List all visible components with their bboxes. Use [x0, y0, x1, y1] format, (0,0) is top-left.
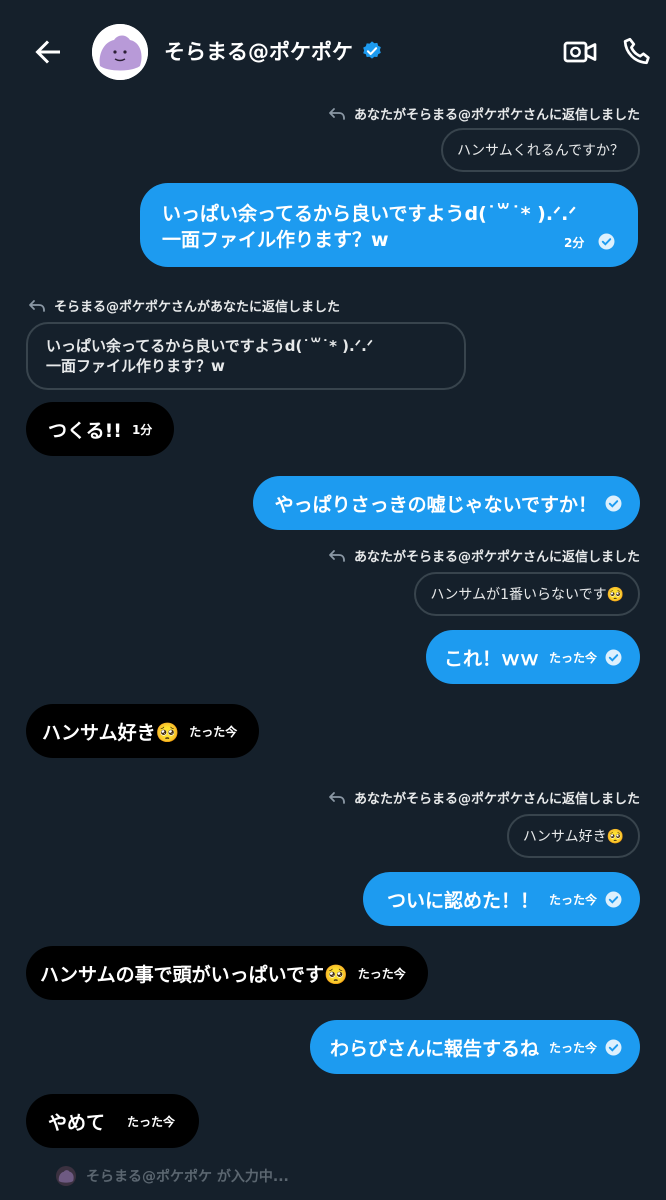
quoted-text-line2: 一面ファイル作ります？w [46, 357, 225, 375]
reply-context-label: あなたがそらまる@ポケポケさんに返信しました [328, 104, 640, 123]
sent-message[interactable]: ついに認めた！！ たった今 [362, 872, 640, 926]
quoted-message[interactable]: ハンサム好き🥺 [506, 814, 640, 858]
read-check-icon [598, 233, 615, 250]
message-timestamp: たった今 [548, 650, 597, 665]
reply-arrow-icon [29, 299, 45, 312]
message-timestamp: たった今 [357, 966, 406, 981]
reply-label-text: あなたがそらまる@ポケポケさんに返信しました [353, 108, 640, 123]
reply-arrow-icon [329, 107, 345, 120]
received-message[interactable]: やめて たった今 [26, 1094, 200, 1148]
read-check-icon [605, 649, 622, 665]
read-check-icon [605, 495, 622, 511]
message-timestamp: たった今 [548, 892, 597, 907]
quoted-message[interactable]: ハンサムが1番いらないです🥺 [414, 572, 640, 616]
received-message[interactable]: ハンサムの事で頭がいっぱいです🥺 たった今 [26, 946, 428, 1000]
message-text-line2: 一面ファイル作ります？w [162, 229, 389, 251]
typing-indicator: そらまる@ポケポケ が入力中... [56, 1166, 289, 1186]
reply-arrow-icon [329, 791, 345, 804]
reply-context-label: あなたがそらまる@ポケポケさんに返信しました [328, 788, 640, 807]
ditto-avatar-icon [92, 24, 148, 80]
back-arrow-icon[interactable] [30, 34, 66, 70]
received-message[interactable]: つくる!! 1分 [26, 402, 175, 456]
typing-avatar [56, 1166, 76, 1186]
message-timestamp: 2分 [564, 236, 585, 250]
message-timestamp: たった今 [548, 1040, 597, 1055]
message-text: やっぱりさっきの嘘じゃないですか！ [274, 493, 597, 516]
message-text: ついに認めた！！ [386, 889, 539, 912]
verified-badge-icon [363, 41, 381, 59]
quoted-text-line1: いっぱい余ってるから良いですようd(˙꒳˙* ).ᐟ.ᐟ [46, 337, 374, 355]
quoted-text: ハンサムが1番いらないです🥺 [430, 587, 624, 603]
reply-label-text: あなたがそらまる@ポケポケさんに返信しました [353, 792, 640, 807]
reply-context-label: あなたがそらまる@ポケポケさんに返信しました [328, 546, 640, 565]
message-text: やめて [48, 1111, 106, 1134]
message-text: これ！ｗｗ [443, 647, 539, 670]
quoted-message[interactable]: いっぱい余ってるから良いですようd(˙꒳˙* ).ᐟ.ᐟ 一面ファイル作ります？… [26, 322, 466, 390]
message-text: つくる!! [48, 419, 122, 442]
typing-text: そらまる@ポケポケ が入力中... [86, 1169, 289, 1185]
message-timestamp: 1分 [131, 422, 153, 437]
video-call-icon[interactable] [562, 34, 598, 70]
read-check-icon [605, 891, 622, 907]
message-text-line1: いっぱい余ってるから良いですようd(˙꒳˙* ).ᐟ.ᐟ [162, 203, 577, 225]
quoted-text: ハンサム好き🥺 [522, 829, 624, 845]
avatar[interactable] [92, 24, 148, 80]
ditto-avatar-icon [58, 1170, 74, 1183]
sent-message[interactable]: これ！ｗｗ たった今 [425, 630, 640, 684]
sent-message[interactable]: いっぱい余ってるから良いですようd(˙꒳˙* ).ᐟ.ᐟ 一面ファイル作ります？… [140, 183, 638, 267]
sent-message[interactable]: やっぱりさっきの嘘じゃないですか！ [252, 476, 640, 530]
message-timestamp: たった今 [127, 1114, 176, 1129]
message-text: ハンサムの事で頭がいっぱいです🥺 [40, 963, 348, 986]
reply-context-label: そらまる@ポケポケさんがあなたに返信しました [28, 296, 340, 315]
quoted-message[interactable]: ハンサムくれるんですか？ [440, 128, 640, 172]
reply-label-text: そらまる@ポケポケさんがあなたに返信しました [54, 300, 341, 315]
phone-icon[interactable] [620, 34, 656, 70]
message-text: わらびさんに報告するね [329, 1037, 539, 1060]
reply-label-text: あなたがそらまる@ポケポケさんに返信しました [353, 550, 640, 565]
conversation-title[interactable]: そらまる@ポケポケ [164, 36, 383, 66]
sent-message[interactable]: わらびさんに報告するね たった今 [309, 1020, 640, 1074]
message-timestamp: たった今 [189, 724, 238, 739]
read-check-icon [605, 1039, 622, 1055]
contact-name: そらまる@ポケポケ [164, 40, 353, 64]
message-text: ハンサム好き🥺 [42, 721, 180, 744]
quoted-text: ハンサムくれるんですか？ [456, 143, 624, 159]
conversation-header: そらまる@ポケポケ [0, 0, 666, 104]
reply-arrow-icon [329, 549, 345, 562]
received-message[interactable]: ハンサム好き🥺 たった今 [26, 704, 260, 758]
